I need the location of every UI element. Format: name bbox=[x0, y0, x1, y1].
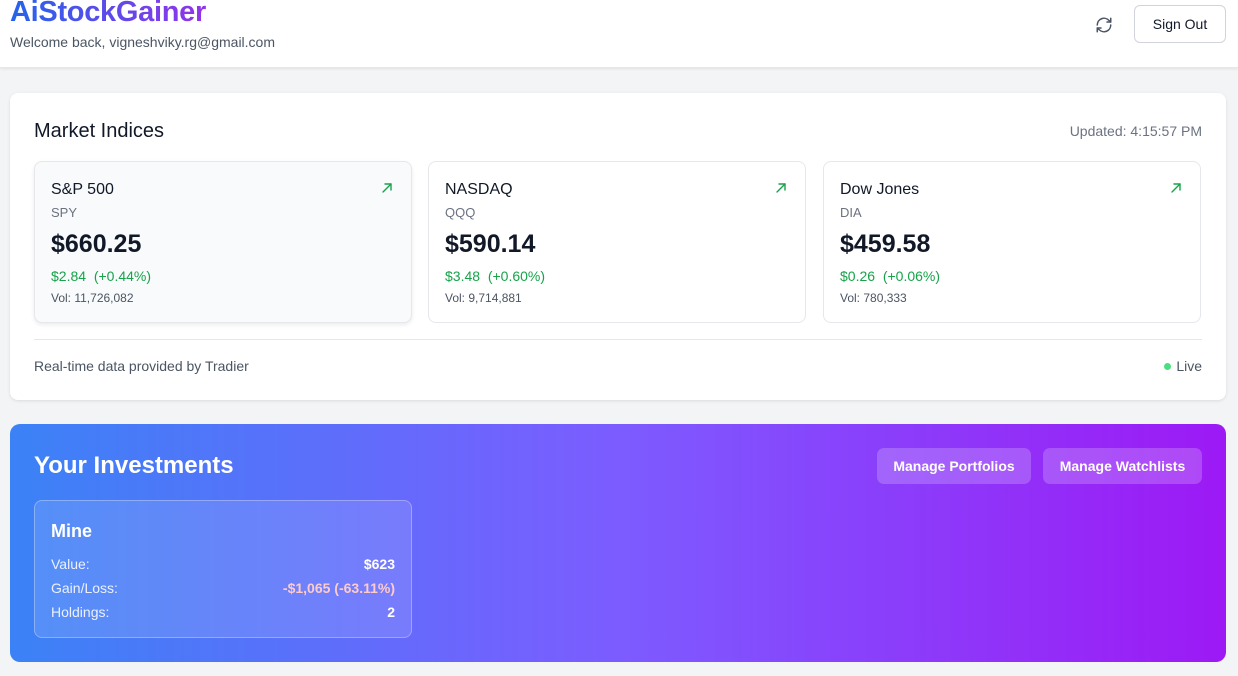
portfolio-gain-row: Gain/Loss: -$1,065 (-63.11%) bbox=[51, 580, 395, 598]
index-symbol: QQQ bbox=[445, 205, 476, 220]
portfolio-holdings: 2 bbox=[387, 604, 395, 620]
index-change: $3.48 (+0.60%) bbox=[445, 268, 545, 284]
index-symbol: DIA bbox=[840, 205, 862, 220]
investments-title: Your Investments bbox=[34, 452, 234, 479]
brand-logo[interactable]: AiStockGainer bbox=[10, 0, 206, 29]
portfolio-gain-label: Gain/Loss: bbox=[51, 580, 118, 596]
refresh-button[interactable] bbox=[1093, 14, 1115, 36]
portfolio-value: $623 bbox=[363, 556, 395, 572]
portfolio-holdings-row: Holdings: 2 bbox=[51, 604, 395, 622]
index-symbol: SPY bbox=[51, 205, 78, 220]
index-volume: Vol: 780,333 bbox=[840, 291, 907, 305]
sign-out-button[interactable]: Sign Out bbox=[1134, 5, 1226, 43]
index-change-amount: $2.84 bbox=[51, 268, 87, 284]
index-price: $660.25 bbox=[51, 230, 142, 258]
divider bbox=[34, 339, 1202, 340]
updated-timestamp: Updated: 4:15:57 PM bbox=[1069, 123, 1202, 139]
portfolio-holdings-label: Holdings: bbox=[51, 604, 110, 620]
index-card-dow-jones[interactable]: Dow Jones DIA $459.58 $0.26 (+0.06%) Vol… bbox=[823, 161, 1201, 323]
index-change-percent: (+0.06%) bbox=[882, 268, 941, 284]
index-name: S&P 500 bbox=[51, 181, 114, 198]
portfolio-card[interactable]: Mine Value: $623 Gain/Loss: -$1,065 (-63… bbox=[34, 500, 412, 638]
index-volume: Vol: 11,726,082 bbox=[51, 291, 134, 305]
portfolio-value-row: Value: $623 bbox=[51, 556, 395, 574]
index-change-amount: $3.48 bbox=[445, 268, 481, 284]
index-card-nasdaq[interactable]: NASDAQ QQQ $590.14 $3.48 (+0.60%) Vol: 9… bbox=[428, 161, 806, 323]
index-price: $590.14 bbox=[445, 230, 536, 258]
manage-portfolios-button[interactable]: Manage Portfolios bbox=[877, 448, 1031, 484]
live-dot-icon bbox=[1164, 362, 1172, 370]
index-volume: Vol: 9,714,881 bbox=[445, 291, 522, 305]
portfolio-value-label: Value: bbox=[51, 556, 90, 572]
refresh-icon bbox=[1096, 17, 1112, 33]
index-card-sp500[interactable]: S&P 500 SPY $660.25 $2.84 (+0.44%) Vol: … bbox=[34, 161, 412, 323]
data-provider-text: Real-time data provided by Tradier bbox=[34, 358, 249, 374]
market-indices-title: Market Indices bbox=[34, 120, 165, 142]
index-name: NASDAQ bbox=[445, 181, 513, 198]
live-label: Live bbox=[1176, 358, 1202, 374]
manage-watchlists-button[interactable]: Manage Watchlists bbox=[1043, 448, 1202, 484]
investments-panel: Your Investments Manage Portfolios Manag… bbox=[10, 424, 1226, 662]
index-price: $459.58 bbox=[840, 230, 931, 258]
trending-up-icon bbox=[382, 183, 392, 193]
welcome-text: Welcome back, vigneshviky.rg@gmail.com bbox=[10, 34, 276, 50]
index-change: $2.84 (+0.44%) bbox=[51, 268, 151, 284]
index-change: $0.26 (+0.06%) bbox=[840, 268, 940, 284]
index-change-percent: (+0.60%) bbox=[487, 268, 546, 284]
index-name: Dow Jones bbox=[840, 181, 920, 198]
index-change-percent: (+0.44%) bbox=[93, 268, 152, 284]
app-header: AiStockGainer Welcome back, vigneshviky.… bbox=[0, 0, 1238, 68]
index-change-amount: $0.26 bbox=[840, 268, 876, 284]
portfolio-gain: -$1,065 (-63.11%) bbox=[282, 580, 395, 596]
portfolio-name: Mine bbox=[51, 521, 93, 541]
trending-up-icon bbox=[1171, 183, 1181, 193]
market-indices-panel: Market Indices Updated: 4:15:57 PM S&P 5… bbox=[10, 93, 1226, 400]
trending-up-icon bbox=[776, 183, 786, 193]
live-indicator: Live bbox=[1164, 358, 1202, 374]
